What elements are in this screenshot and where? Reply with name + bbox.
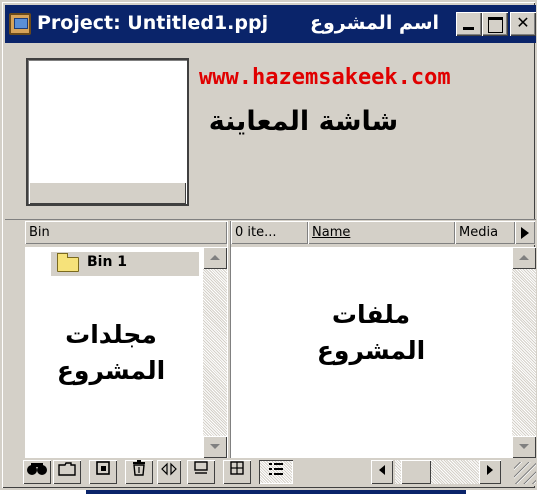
files-pane: ملفات المشروع (231, 247, 512, 458)
minimize-button[interactable] (456, 12, 482, 36)
column-header-items[interactable]: 0 ite... (231, 221, 308, 244)
scroll-down-icon[interactable] (203, 436, 227, 458)
scroll-right-button[interactable] (479, 460, 501, 484)
maximize-button[interactable] (482, 12, 508, 36)
scroll-down-icon[interactable] (512, 436, 536, 458)
arrow-left-icon (379, 465, 385, 475)
taskbar-fragment (86, 490, 466, 494)
watermark-url: www.hazemsakeek.com (199, 65, 451, 90)
pane-toggle-icon (161, 462, 177, 476)
arrow-right-icon (487, 465, 493, 475)
horizontal-scrollbar-thumb[interactable] (401, 460, 431, 484)
files-pane-scrollbar[interactable] (512, 247, 536, 458)
bin-item[interactable]: Bin 1 (51, 252, 199, 276)
new-item-icon (96, 461, 110, 475)
scroll-left-button[interactable] (371, 460, 393, 484)
preview-scrubber[interactable] (29, 182, 186, 204)
icon-view-icon (194, 461, 208, 474)
list-view-icon (269, 463, 283, 475)
bottom-toolbar (5, 458, 536, 486)
find-button[interactable] (23, 460, 51, 484)
delete-button[interactable] (125, 460, 153, 484)
window-title: Project: Untitled1.ppj (37, 12, 269, 34)
bin-pane-annotation: مجلدات المشروع (31, 317, 191, 389)
icon-view-button[interactable] (187, 460, 215, 484)
title-annotation: اسم المشروع (310, 12, 440, 34)
bin-item-label: Bin 1 (87, 254, 128, 270)
files-pane-annotation-line2: المشروع (316, 336, 426, 365)
trash-icon (133, 460, 145, 476)
find-icon (27, 463, 47, 475)
thumbnail-view-button[interactable] (223, 460, 251, 484)
files-pane-annotation: ملفات المشروع (281, 297, 461, 369)
bin-pane-annotation-line1: مجلدات (65, 320, 157, 349)
pane-toggle-button[interactable] (157, 460, 181, 484)
folder-icon (58, 462, 76, 476)
bin-pane-scrollbar[interactable] (203, 247, 227, 458)
scroll-up-icon[interactable] (512, 247, 536, 269)
project-window: Project: Untitled1.ppj اسم المشروع ✕ www… (0, 0, 537, 490)
column-header-media[interactable]: Media (455, 221, 515, 244)
list-view-button[interactable] (259, 460, 293, 484)
thumbnail-view-icon (230, 461, 244, 475)
scroll-up-icon[interactable] (203, 247, 227, 269)
new-item-button[interactable] (89, 460, 117, 484)
files-pane-annotation-line1: ملفات (331, 300, 411, 329)
column-scroll-right-icon[interactable] (515, 221, 535, 244)
title-bar[interactable]: Project: Untitled1.ppj اسم المشروع ✕ (5, 5, 536, 43)
preview-annotation: شاشة المعاينة (208, 106, 399, 137)
folder-icon (57, 253, 79, 272)
project-icon (9, 13, 31, 35)
column-header-name[interactable]: Name (308, 221, 455, 244)
desktop-strip (0, 490, 537, 497)
bin-pane-annotation-line2: المشروع (56, 356, 166, 385)
close-button[interactable]: ✕ (510, 12, 536, 36)
column-header-bin[interactable]: Bin (25, 221, 227, 244)
new-bin-button[interactable] (53, 460, 81, 484)
bin-pane: Bin 1 مجلدات المشروع (25, 247, 227, 458)
resize-grip-icon[interactable] (514, 462, 536, 484)
